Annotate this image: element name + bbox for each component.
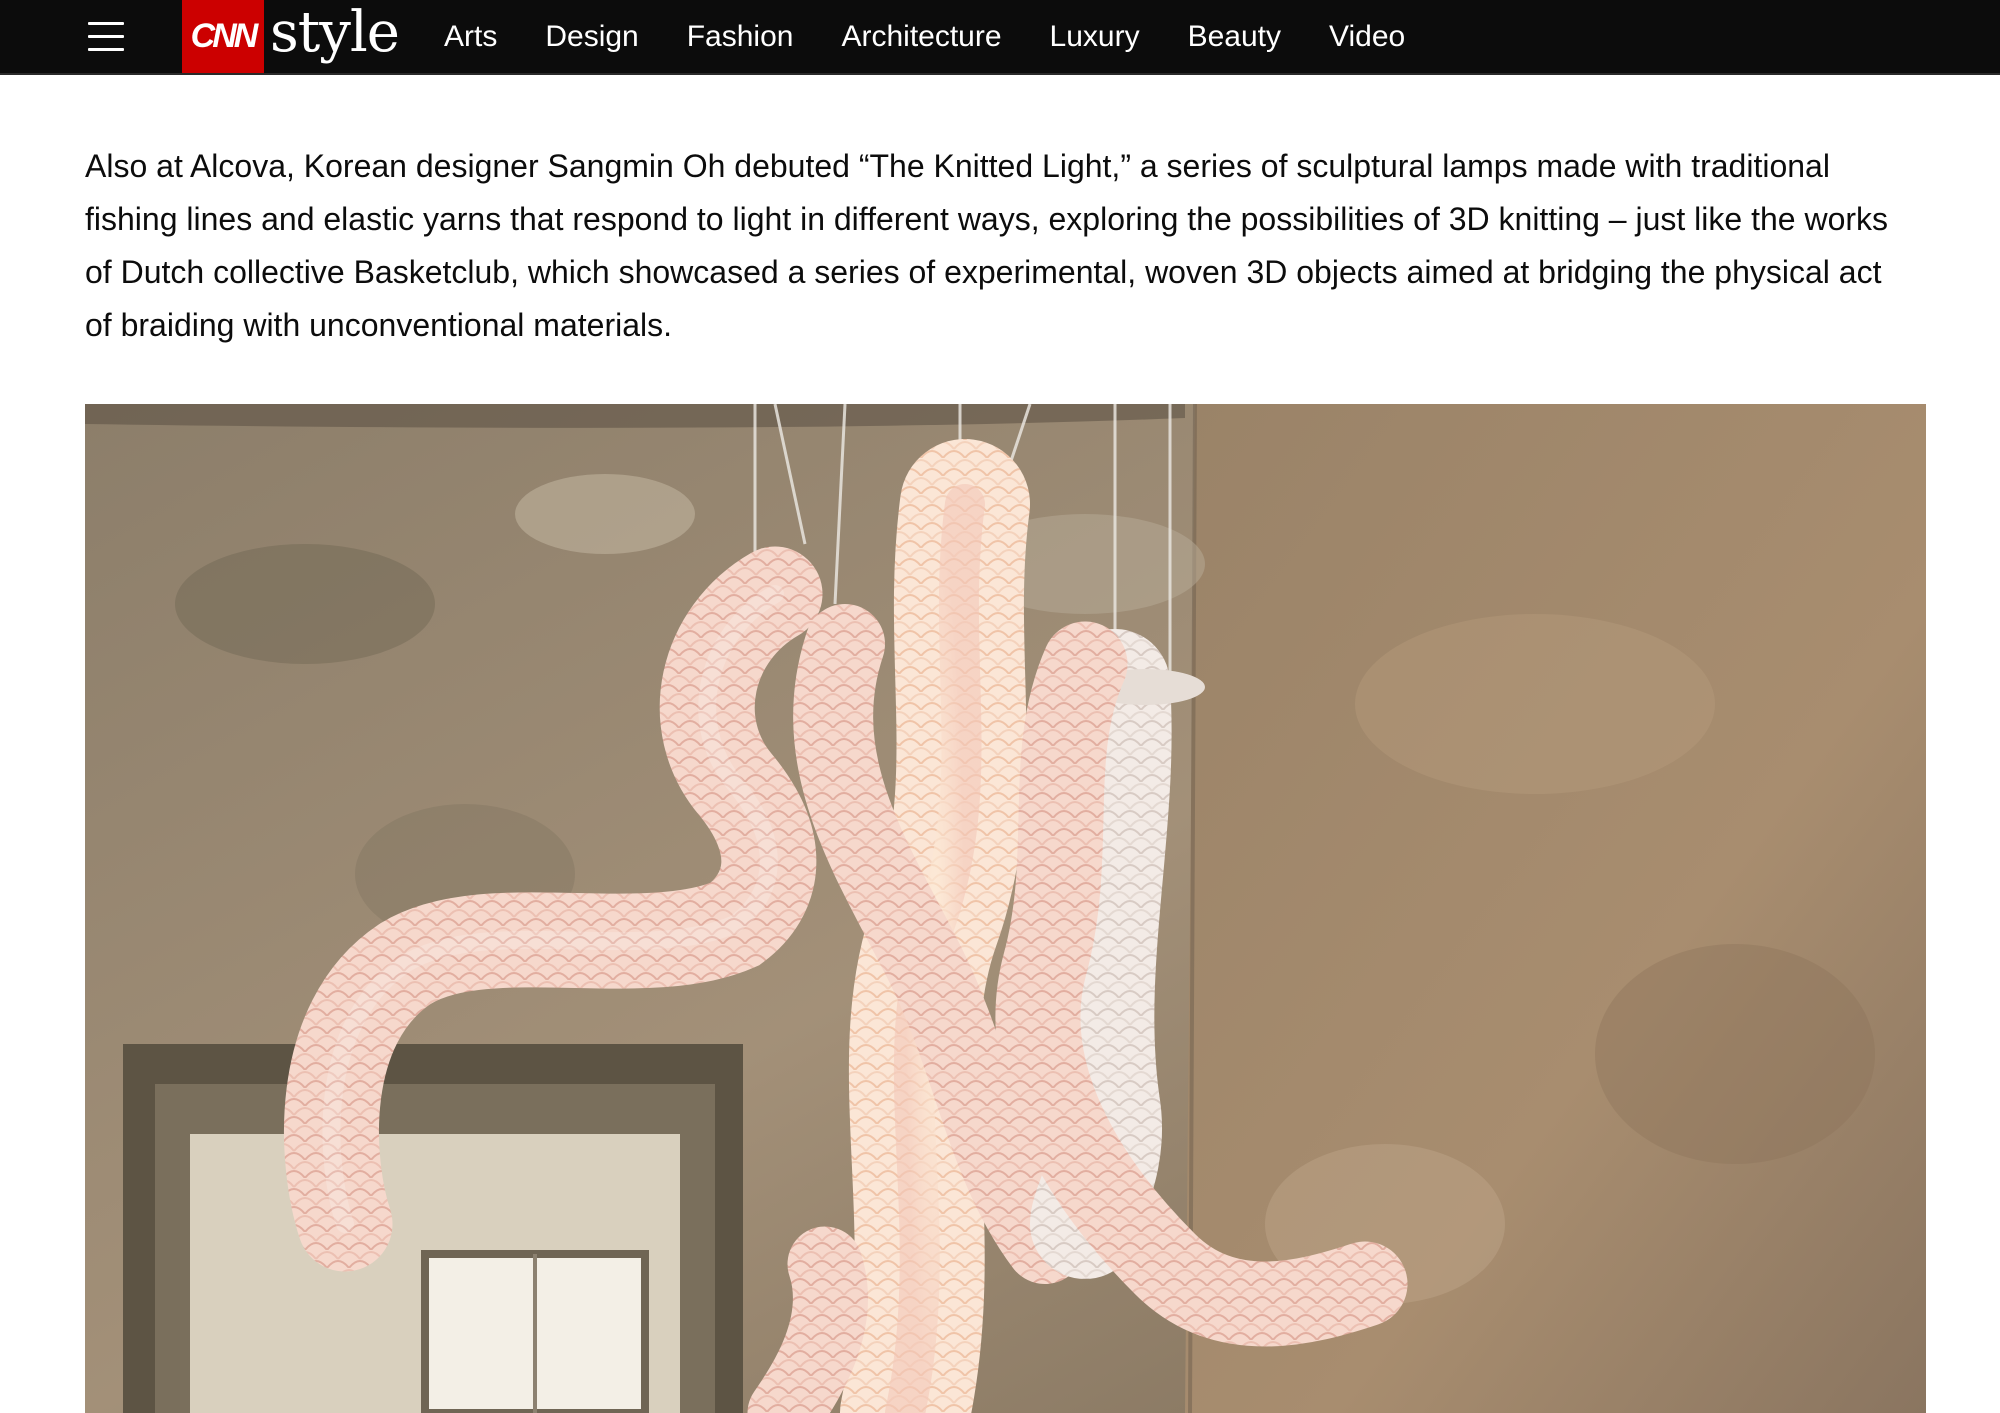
nav-item-design[interactable]: Design (545, 20, 638, 54)
nav-item-arts[interactable]: Arts (444, 20, 497, 54)
article-photo-knitted-light (85, 404, 1926, 1413)
nav-item-fashion[interactable]: Fashion (687, 20, 794, 54)
cnn-logo: CNN (182, 0, 264, 73)
nav-item-architecture[interactable]: Architecture (841, 20, 1001, 54)
nav-item-video[interactable]: Video (1329, 20, 1405, 54)
section-nav: Arts Design Fashion Architecture Luxury … (444, 0, 1453, 73)
style-wordmark: style (270, 0, 400, 65)
nav-item-beauty[interactable]: Beauty (1188, 20, 1281, 54)
article-paragraph: Also at Alcova, Korean designer Sangmin … (85, 148, 1889, 343)
nav-item-luxury[interactable]: Luxury (1050, 20, 1140, 54)
hamburger-menu-icon[interactable] (88, 12, 132, 60)
cnn-style-logo[interactable]: CNN style (182, 0, 400, 73)
top-navigation-bar: CNN style Arts Design Fashion Architectu… (0, 0, 2000, 75)
